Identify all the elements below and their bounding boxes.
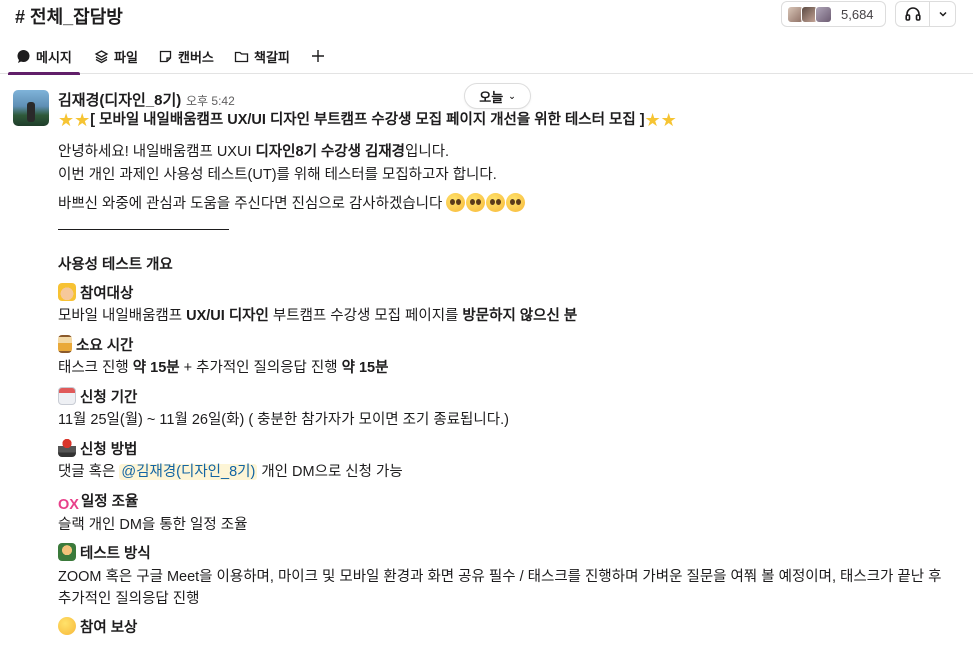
section-body: 댓글 혹은 @김재경(디자인_8기) 개인 DM으로 신청 가능 [58,464,403,480]
layers-icon [94,49,109,64]
hourglass-icon [58,335,72,353]
section-heading: 신청 기간 [58,386,137,407]
joystick-icon [58,439,76,457]
section-heading: 테스트 방식 [58,542,151,563]
section-body: ZOOM 혹은 구글 Meet을 이용하며, 마이크 및 모바일 환경과 화면 … [58,569,942,585]
headphones-icon[interactable] [896,2,930,26]
section-heading: 소요 시간 [58,334,133,355]
chevron-down-icon: ⌄ [508,90,516,101]
smile-icon [58,617,76,635]
chat-bubble-icon [16,49,31,64]
star-icon: ★★ [644,110,677,131]
date-label: 오늘 [479,89,504,105]
huddle-button[interactable] [895,1,956,27]
tab-canvas[interactable]: 캔버스 [158,38,214,74]
pleading-face-icon [466,193,486,212]
channel-title[interactable]: # 전체_잡담방 [15,3,123,29]
canvas-icon [158,49,173,64]
pleading-face-icon [486,193,506,212]
overview-heading: 사용성 테스트 개요 [58,257,173,273]
tab-label: 파일 [114,49,138,65]
tab-label: 캔버스 [178,49,214,65]
section-body: 모바일 내일배움캠프 UX/UI 디자인 부트캠프 수강생 모집 페이지를 방문… [58,308,578,324]
intro-line-3: 바쁘신 와중에 관심과 도움을 주신다면 진심으로 감사하겠습니다 [58,192,526,213]
folder-icon [234,49,249,64]
plus-icon [312,50,324,62]
divider [58,229,229,230]
intro-line-1: 안녕하세요! 내일배움캠프 UXUI 디자인8기 수강생 김재경입니다. [58,144,450,160]
section-heading: OX 일정 조율 [58,494,139,513]
intro-line-2: 이번 개인 과제인 사용성 테스트(UT)를 위해 테스터를 모집하고자 합니다… [58,167,497,183]
tab-bookmarks[interactable]: 책갈피 [234,38,290,74]
avatar[interactable] [13,90,49,126]
member-avatars [787,5,832,23]
tab-label: 책갈피 [254,49,290,65]
sender-name[interactable]: 김재경(디자인_8기) [58,89,181,110]
section-heading: 참여 보상 [58,616,137,637]
message-title: ★★[ 모바일 내일배움캠프 UX/UI 디자인 부트캠프 수강생 모집 페이지… [58,110,677,131]
timestamp[interactable]: 오후 5:42 [186,92,235,109]
construction-worker-icon [58,283,76,301]
channel-tabs: 메시지 파일 캔버스 책갈피 [0,38,973,75]
section-heading: 참여대상 [58,282,133,303]
avatar [815,5,832,23]
tab-files[interactable]: 파일 [94,38,138,74]
message: 김재경(디자인_8기) 오후 5:42 오늘 ⌄ ★★[ 모바일 내일배움캠프 … [0,74,973,645]
section-body: 추가적인 질의응답 진행 [58,591,200,607]
date-jump-button[interactable]: 오늘 ⌄ [464,83,531,109]
section-body: 태스크 진행 약 15분 + 추가적인 질의응답 진행 약 15분 [58,360,389,376]
pleading-face-icon [446,193,466,212]
section-heading: 신청 방법 [58,438,137,459]
calendar-icon [58,387,76,405]
chevron-down-icon[interactable] [930,9,955,19]
add-tab-button[interactable] [309,44,327,68]
member-count: 5,684 [841,6,874,22]
teacher-icon [58,543,76,561]
star-icon: ★★ [58,110,91,131]
user-mention[interactable]: @김재경(디자인_8기) [119,464,258,480]
pleading-face-icon [506,193,526,212]
channel-header: # 전체_잡담방 5,684 [0,0,973,30]
tab-label: 메시지 [36,49,72,65]
section-body: 슬랙 개인 DM을 통한 일정 조율 [58,517,248,533]
members-button[interactable]: 5,684 [781,1,886,27]
section-body: 11월 25일(월) ~ 11월 26일(화) ( 충분한 참가자가 모이면 조… [58,412,509,428]
tab-messages[interactable]: 메시지 [8,38,80,75]
